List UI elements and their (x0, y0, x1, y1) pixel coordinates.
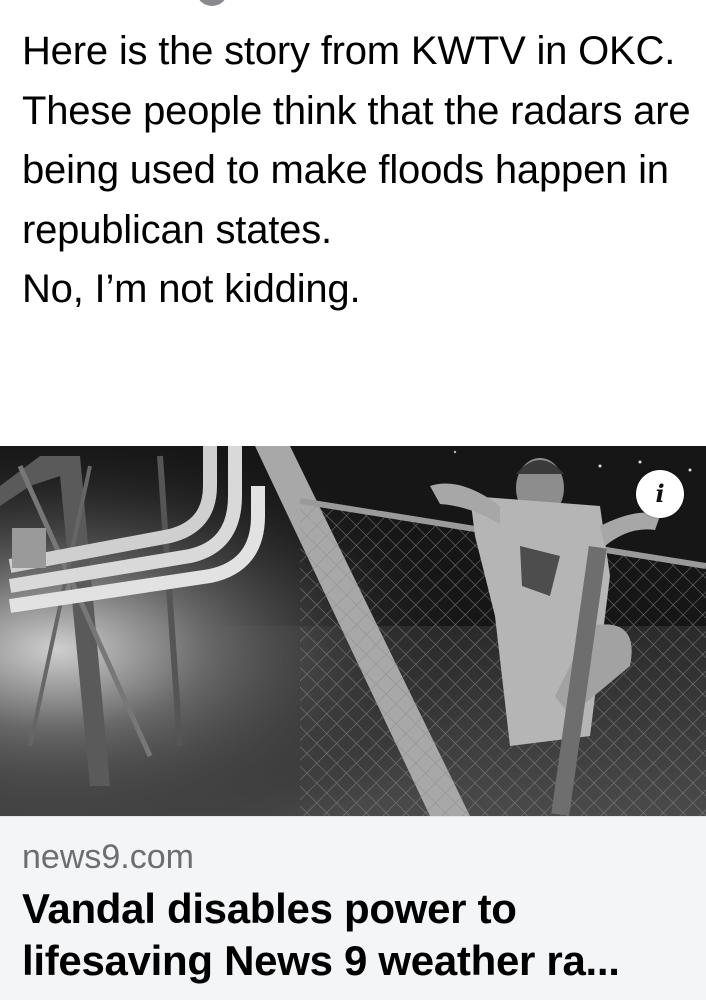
post-body: Here is the story from KWTV in OKC. Thes… (22, 22, 692, 320)
link-preview-image[interactable] (0, 446, 706, 816)
link-card[interactable]: news9.com Vandal disables power to lifes… (0, 816, 706, 1000)
night-camera-photo (0, 446, 706, 816)
post-page: Here is the story from KWTV in OKC. Thes… (0, 0, 706, 1000)
link-domain: news9.com (22, 838, 194, 876)
link-headline-line: Vandal disables power to (22, 885, 517, 932)
post-paragraph: No, I’m not kidding. (22, 267, 361, 311)
post-paragraph: These people think that the radars are b… (22, 88, 691, 252)
avatar[interactable] (196, 0, 228, 6)
info-icon[interactable]: i (636, 470, 684, 518)
post-paragraph: Here is the story from KWTV in OKC. (22, 29, 676, 73)
link-headline-line: lifesaving News 9 weather ra... (22, 937, 620, 984)
link-headline: Vandal disables power to lifesaving News… (22, 883, 690, 987)
